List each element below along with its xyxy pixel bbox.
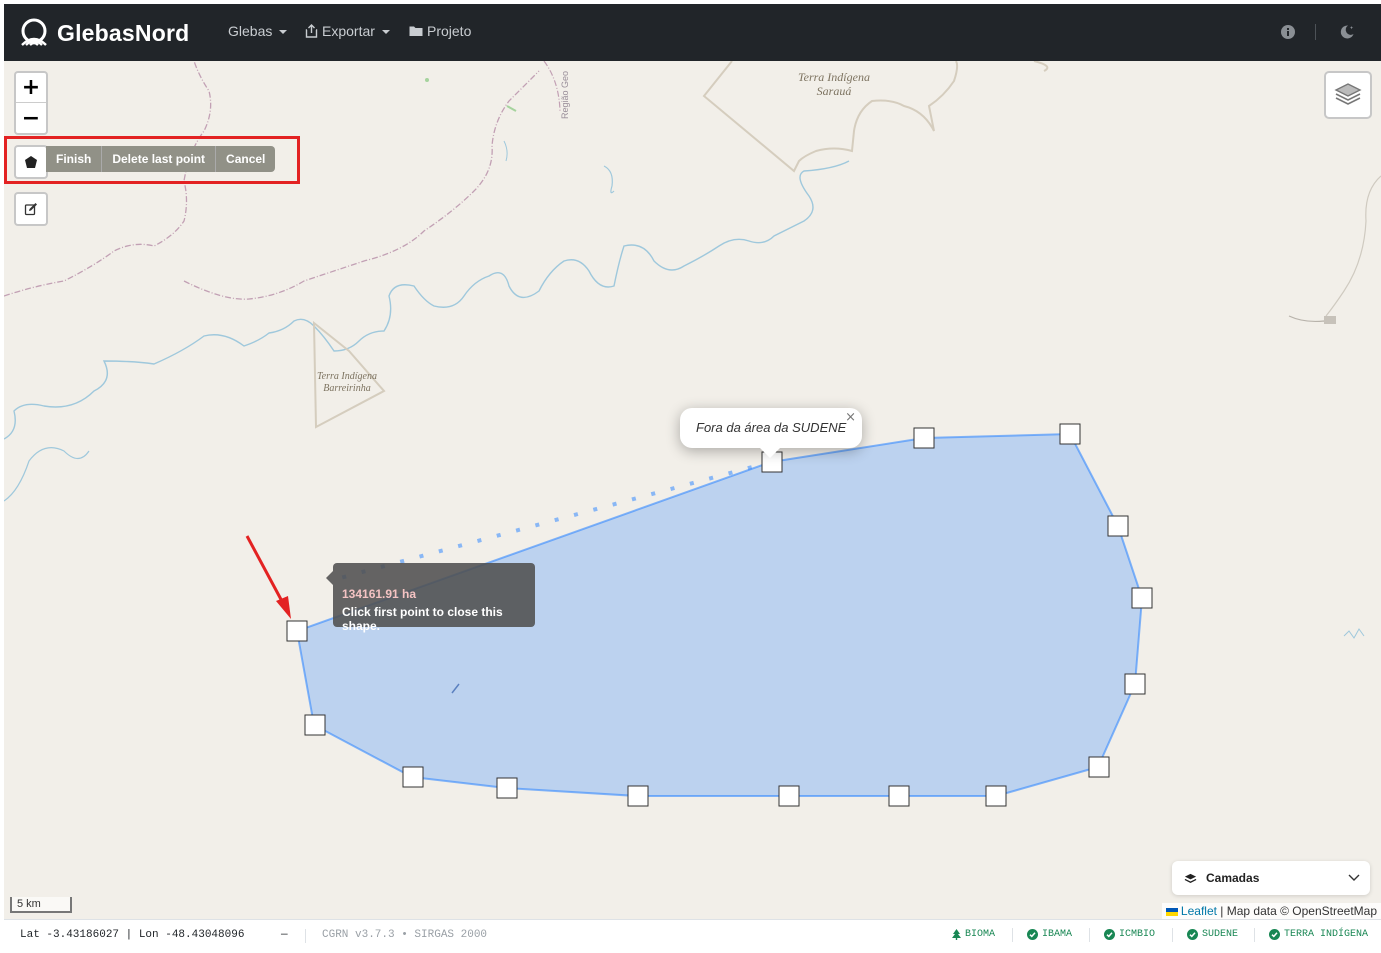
nav-exportar[interactable]: Exportar: [305, 23, 390, 39]
attribution-text: | Map data © OpenStreetMap: [1216, 904, 1377, 918]
camadas-label: Camadas: [1206, 871, 1260, 885]
layers-control-button[interactable]: [1324, 71, 1372, 119]
zoom-control: + −: [14, 71, 48, 135]
check-circle-icon: [1269, 929, 1280, 940]
chevron-down-icon: [279, 29, 288, 34]
badge-divider: [1012, 928, 1013, 942]
ukraine-flag-icon: [1165, 907, 1178, 916]
badge-divider: [1254, 928, 1255, 942]
chevron-down-icon: [1348, 874, 1360, 881]
polygon-icon: [25, 156, 37, 168]
badge-ibama-label: IBAMA: [1042, 929, 1073, 940]
map-base-layer: Terra Indígena Sarauá Terra Indígena Bar…: [4, 61, 1381, 807]
badge-ibama: IBAMA: [1027, 929, 1072, 940]
badge-bioma-label: BIOMA: [965, 929, 996, 940]
map-label-regiao: Região Geo: [560, 71, 570, 119]
map-canvas[interactable]: Terra Indígena Sarauá Terra Indígena Bar…: [4, 61, 1381, 919]
map-label-saraua-2: Sarauá: [817, 84, 852, 98]
edit-icon: [24, 203, 37, 216]
navbar: GlebasNord Glebas Exportar Projeto: [4, 4, 1381, 61]
nav-projeto[interactable]: Projeto: [409, 23, 471, 39]
badge-icmbio-label: ICMBIO: [1119, 929, 1156, 940]
cancel-button[interactable]: Cancel: [215, 146, 275, 172]
status-bar: Lat -3.43186027 | Lon -48.43048096 — CGR…: [4, 919, 1381, 951]
popup-message: Fora da área da SUDENE: [696, 420, 847, 435]
brand-logo-icon: [21, 18, 47, 46]
folder-icon: [409, 26, 423, 36]
popup-tip: [760, 448, 780, 458]
layers-icon: [1184, 873, 1197, 883]
layers-icon: [1334, 83, 1362, 105]
tooltip-hint: Click first point to close this shape.: [342, 605, 503, 633]
tooltip-area: 134161.91 ha: [342, 587, 417, 601]
leaflet-link[interactable]: Leaflet: [1181, 904, 1217, 918]
version-label: CGRN v3.7.3 • SIRGAS 2000: [322, 929, 488, 941]
draw-polygon-button[interactable]: [14, 145, 48, 179]
sudene-popup: Fora da área da SUDENE ×: [680, 408, 862, 458]
status-dash: —: [281, 929, 288, 941]
badge-terra-indigena: TERRA INDÍGENA: [1269, 929, 1368, 940]
badge-icmbio: ICMBIO: [1104, 929, 1155, 940]
nav-projeto-label: Projeto: [427, 23, 472, 39]
map-label-barreirinha-2: Barreirinha: [323, 383, 370, 394]
brand[interactable]: GlebasNord: [18, 16, 189, 50]
badge-bioma: BIOMA: [952, 929, 995, 940]
chevron-down-icon: [381, 29, 390, 34]
status-divider: [305, 929, 306, 943]
draw-actions-toolbar: Finish Delete last point Cancel: [46, 146, 276, 172]
brand-name: GlebasNord: [57, 19, 190, 46]
badge-divider: [1089, 928, 1090, 942]
camadas-panel-toggle[interactable]: Camadas: [1172, 861, 1370, 895]
tooltip-tip: [326, 571, 333, 585]
tree-icon: [952, 929, 961, 940]
nav-glebas-label: Glebas: [228, 23, 273, 39]
map-label-saraua-1: Terra Indígena: [798, 70, 870, 84]
draw-tooltip: 134161.91 ha Click first point to close …: [326, 563, 535, 633]
check-circle-icon: [1027, 929, 1038, 940]
finish-button[interactable]: Finish: [46, 146, 101, 172]
popup-close-button[interactable]: ×: [845, 410, 856, 425]
nav-glebas[interactable]: Glebas: [228, 23, 288, 39]
navbar-divider: [1315, 24, 1316, 40]
scale-bar: 5 km: [10, 897, 72, 913]
export-icon: [305, 24, 318, 38]
nav-exportar-label: Exportar: [322, 23, 375, 39]
info-icon[interactable]: [1280, 24, 1296, 40]
check-circle-icon: [1104, 929, 1115, 940]
zoom-out-button[interactable]: −: [16, 103, 46, 133]
theme-toggle-icon[interactable]: [1339, 24, 1355, 40]
badge-terra-indigena-label: TERRA INDÍGENA: [1284, 929, 1369, 940]
badge-sudene: SUDENE: [1187, 929, 1238, 940]
app-window: GlebasNord Glebas Exportar Projeto Terra…: [4, 4, 1381, 951]
cursor-coordinates: Lat -3.43186027 | Lon -48.43048096: [20, 929, 245, 941]
map-attribution: Leaflet | Map data © OpenStreetMap: [1161, 903, 1381, 919]
edit-layers-button[interactable]: [14, 192, 48, 226]
delete-last-point-button[interactable]: Delete last point: [101, 146, 215, 172]
zoom-in-button[interactable]: +: [16, 73, 46, 103]
map-label-barreirinha-1: Terra Indígena: [317, 371, 377, 382]
badge-sudene-label: SUDENE: [1202, 929, 1239, 940]
check-circle-icon: [1187, 929, 1198, 940]
badge-divider: [1172, 928, 1173, 942]
